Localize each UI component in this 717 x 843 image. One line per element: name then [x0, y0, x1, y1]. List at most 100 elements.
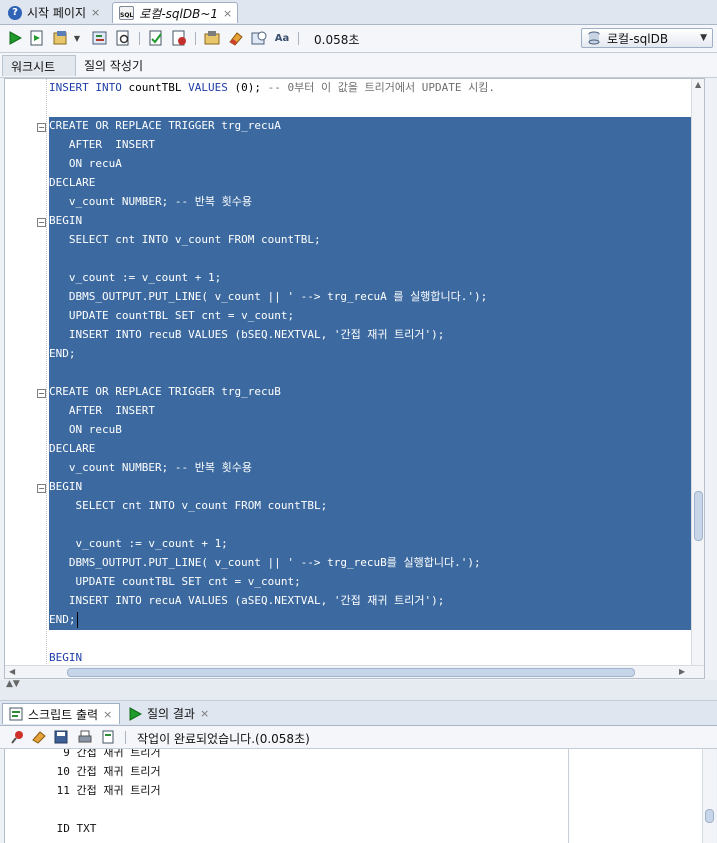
script-output-area[interactable]: 9 간접 재귀 트리거 10 간접 재귀 트리거 11 간접 재귀 트리거 ID… — [4, 749, 716, 843]
code-line: BEGIN — [49, 214, 83, 227]
code-line: ON recuA — [68, 157, 122, 170]
editor-horizontal-scrollbar[interactable]: ◀ ▶ — [5, 665, 704, 678]
code-line: INSERT INTO recuA VALUES (aSEQ.NEXTVAL, … — [68, 594, 445, 607]
autotrace-button[interactable] — [114, 29, 132, 47]
tab-worksheet-editor[interactable]: 워크시트 — [2, 55, 76, 76]
tab-query-result[interactable]: 질의 결과 × — [122, 703, 215, 724]
output-log-button[interactable] — [99, 728, 117, 746]
close-icon[interactable]: × — [223, 7, 232, 20]
explain-plan-button[interactable] — [91, 29, 109, 47]
code-line: UPDATE countTBL SET cnt = v_count; — [68, 309, 295, 322]
code-line: SELECT cnt INTO v_count FROM countTBL; — [75, 499, 328, 512]
clear-button[interactable] — [227, 29, 245, 47]
save-output-button[interactable] — [52, 728, 70, 746]
sql-worksheet-icon: SQL — [119, 6, 135, 20]
history-icon — [251, 31, 267, 45]
tab-query-result-label: 질의 결과 — [147, 707, 195, 721]
code-line: ON recuB — [68, 423, 122, 436]
tab-query-builder[interactable]: 질의 작성기 — [76, 55, 151, 76]
fold-toggle-icon[interactable]: − — [37, 389, 46, 398]
output-toolbar: 작업이 완료되었습니다.(0.058초) — [0, 726, 717, 749]
scroll-right-icon[interactable]: ▶ — [679, 667, 685, 676]
status-message: 작업이 완료되었습니다.(0.058초) — [137, 732, 310, 746]
scroll-thumb[interactable] — [705, 809, 714, 823]
run-statement-icon — [9, 31, 22, 45]
code-line: END; — [49, 613, 76, 626]
save-icon — [54, 730, 68, 744]
code-line: AFTER INSERT — [68, 138, 155, 151]
output-line: 10 간접 재귀 트리거 — [50, 765, 161, 778]
code-line: AFTER INSERT — [68, 404, 155, 417]
run-script-icon — [30, 30, 43, 46]
code-line: DECLARE — [49, 442, 96, 455]
script-output-icon — [9, 707, 23, 721]
code-line: INSERT INTO recuB VALUES (bSEQ.NEXTVAL, … — [68, 328, 445, 341]
scroll-thumb[interactable] — [694, 491, 703, 541]
code-line: DBMS_OUTPUT.PUT_LINE( v_count || ' --> t… — [49, 556, 481, 569]
worksheet-sub-tabs: 워크시트 질의 작성기 — [0, 53, 717, 78]
close-icon[interactable]: × — [200, 707, 209, 720]
code-line: v_count NUMBER; -- 반복 횟수용 — [49, 195, 252, 208]
code-line: UPDATE countTBL SET cnt = v_count; — [75, 575, 301, 588]
tab-start-page[interactable]: ? 시작 페이지 × — [2, 2, 110, 23]
clear-output-button[interactable] — [30, 728, 48, 746]
tab-worksheet-label: 로컬-sqlDB~1 — [139, 6, 219, 21]
commit-transaction-button[interactable] — [147, 29, 165, 47]
rollback-icon — [172, 30, 186, 46]
fold-toggle-icon[interactable]: − — [37, 123, 46, 132]
code-line: DECLARE — [49, 176, 96, 189]
tab-script-output[interactable]: 스크립트 출력 × — [2, 703, 120, 724]
connection-select[interactable]: 로컬-sqlDB ▼ — [581, 28, 713, 48]
output-line: 9 간접 재귀 트리거 — [50, 749, 161, 759]
code-line: INSERT INTO countTBL VALUES (0); -- 0부터 … — [49, 81, 496, 94]
code-line: v_count NUMBER; -- 반복 횟수용 — [49, 461, 252, 474]
chevron-down-icon: ▼ — [700, 33, 707, 43]
run-script-button[interactable] — [28, 29, 46, 47]
code-line: CREATE OR REPLACE TRIGGER trg_recuA — [49, 119, 281, 132]
commit-dropdown[interactable]: ▼ — [72, 29, 82, 47]
rollback-button[interactable] — [170, 29, 188, 47]
code-line: BEGIN — [49, 480, 83, 493]
panel-splitter[interactable]: ▲▼ — [0, 679, 717, 701]
code-line: SELECT cnt INTO v_count FROM countTBL; — [68, 233, 321, 246]
eraser-icon — [32, 731, 46, 744]
code-line: END; — [49, 347, 76, 360]
document-tab-bar: ? 시작 페이지 × SQL 로컬-sqlDB~1 × — [0, 0, 717, 25]
editor-vertical-scrollbar[interactable]: ▲ — [691, 79, 704, 665]
output-vertical-scrollbar[interactable] — [702, 749, 716, 843]
pin-icon — [11, 731, 23, 744]
history-button[interactable] — [250, 29, 268, 47]
explain-plan-icon — [92, 31, 107, 45]
print-icon — [78, 730, 92, 743]
script-log-icon — [102, 730, 114, 744]
output-tab-bar: 스크립트 출력 × 질의 결과 × — [0, 701, 717, 726]
tab-worksheet[interactable]: SQL 로컬-sqlDB~1 × — [112, 2, 238, 23]
output-line: 11 간접 재귀 트리거 — [50, 784, 161, 797]
code-line: CREATE OR REPLACE TRIGGER trg_recuB — [49, 385, 281, 398]
code-area[interactable]: INSERT INTO countTBL VALUES (0); -- 0부터 … — [49, 79, 691, 678]
scroll-left-icon[interactable]: ◀ — [9, 667, 15, 676]
run-result-icon — [129, 706, 142, 721]
scroll-up-icon[interactable]: ▲ — [695, 80, 701, 89]
commit-button[interactable] — [52, 29, 70, 47]
close-icon[interactable]: × — [91, 6, 100, 19]
close-icon[interactable]: × — [103, 708, 112, 721]
code-line: v_count := v_count + 1; — [49, 271, 222, 284]
print-output-button[interactable] — [76, 728, 94, 746]
sql-editor[interactable]: − − − − INSERT INTO countTBL VALUES (0);… — [4, 78, 705, 679]
tab-script-output-label: 스크립트 출력 — [28, 707, 99, 722]
scroll-thumb[interactable] — [67, 668, 635, 677]
sql-tuning-button[interactable] — [203, 29, 221, 47]
commit-icon — [53, 31, 67, 45]
autotrace-icon — [116, 30, 129, 46]
output-line: ID TXT — [50, 822, 97, 835]
run-statement-button[interactable] — [6, 29, 24, 47]
pin-button[interactable] — [8, 728, 26, 746]
fold-toggle-icon[interactable]: − — [37, 484, 46, 493]
code-line: v_count := v_count + 1; — [49, 537, 228, 550]
collapse-up-icon[interactable]: ▲▼ — [6, 679, 20, 689]
database-icon — [588, 31, 600, 45]
fold-toggle-icon[interactable]: − — [37, 218, 46, 227]
text-cursor — [77, 612, 78, 628]
format-button[interactable]: Aa — [273, 29, 291, 47]
